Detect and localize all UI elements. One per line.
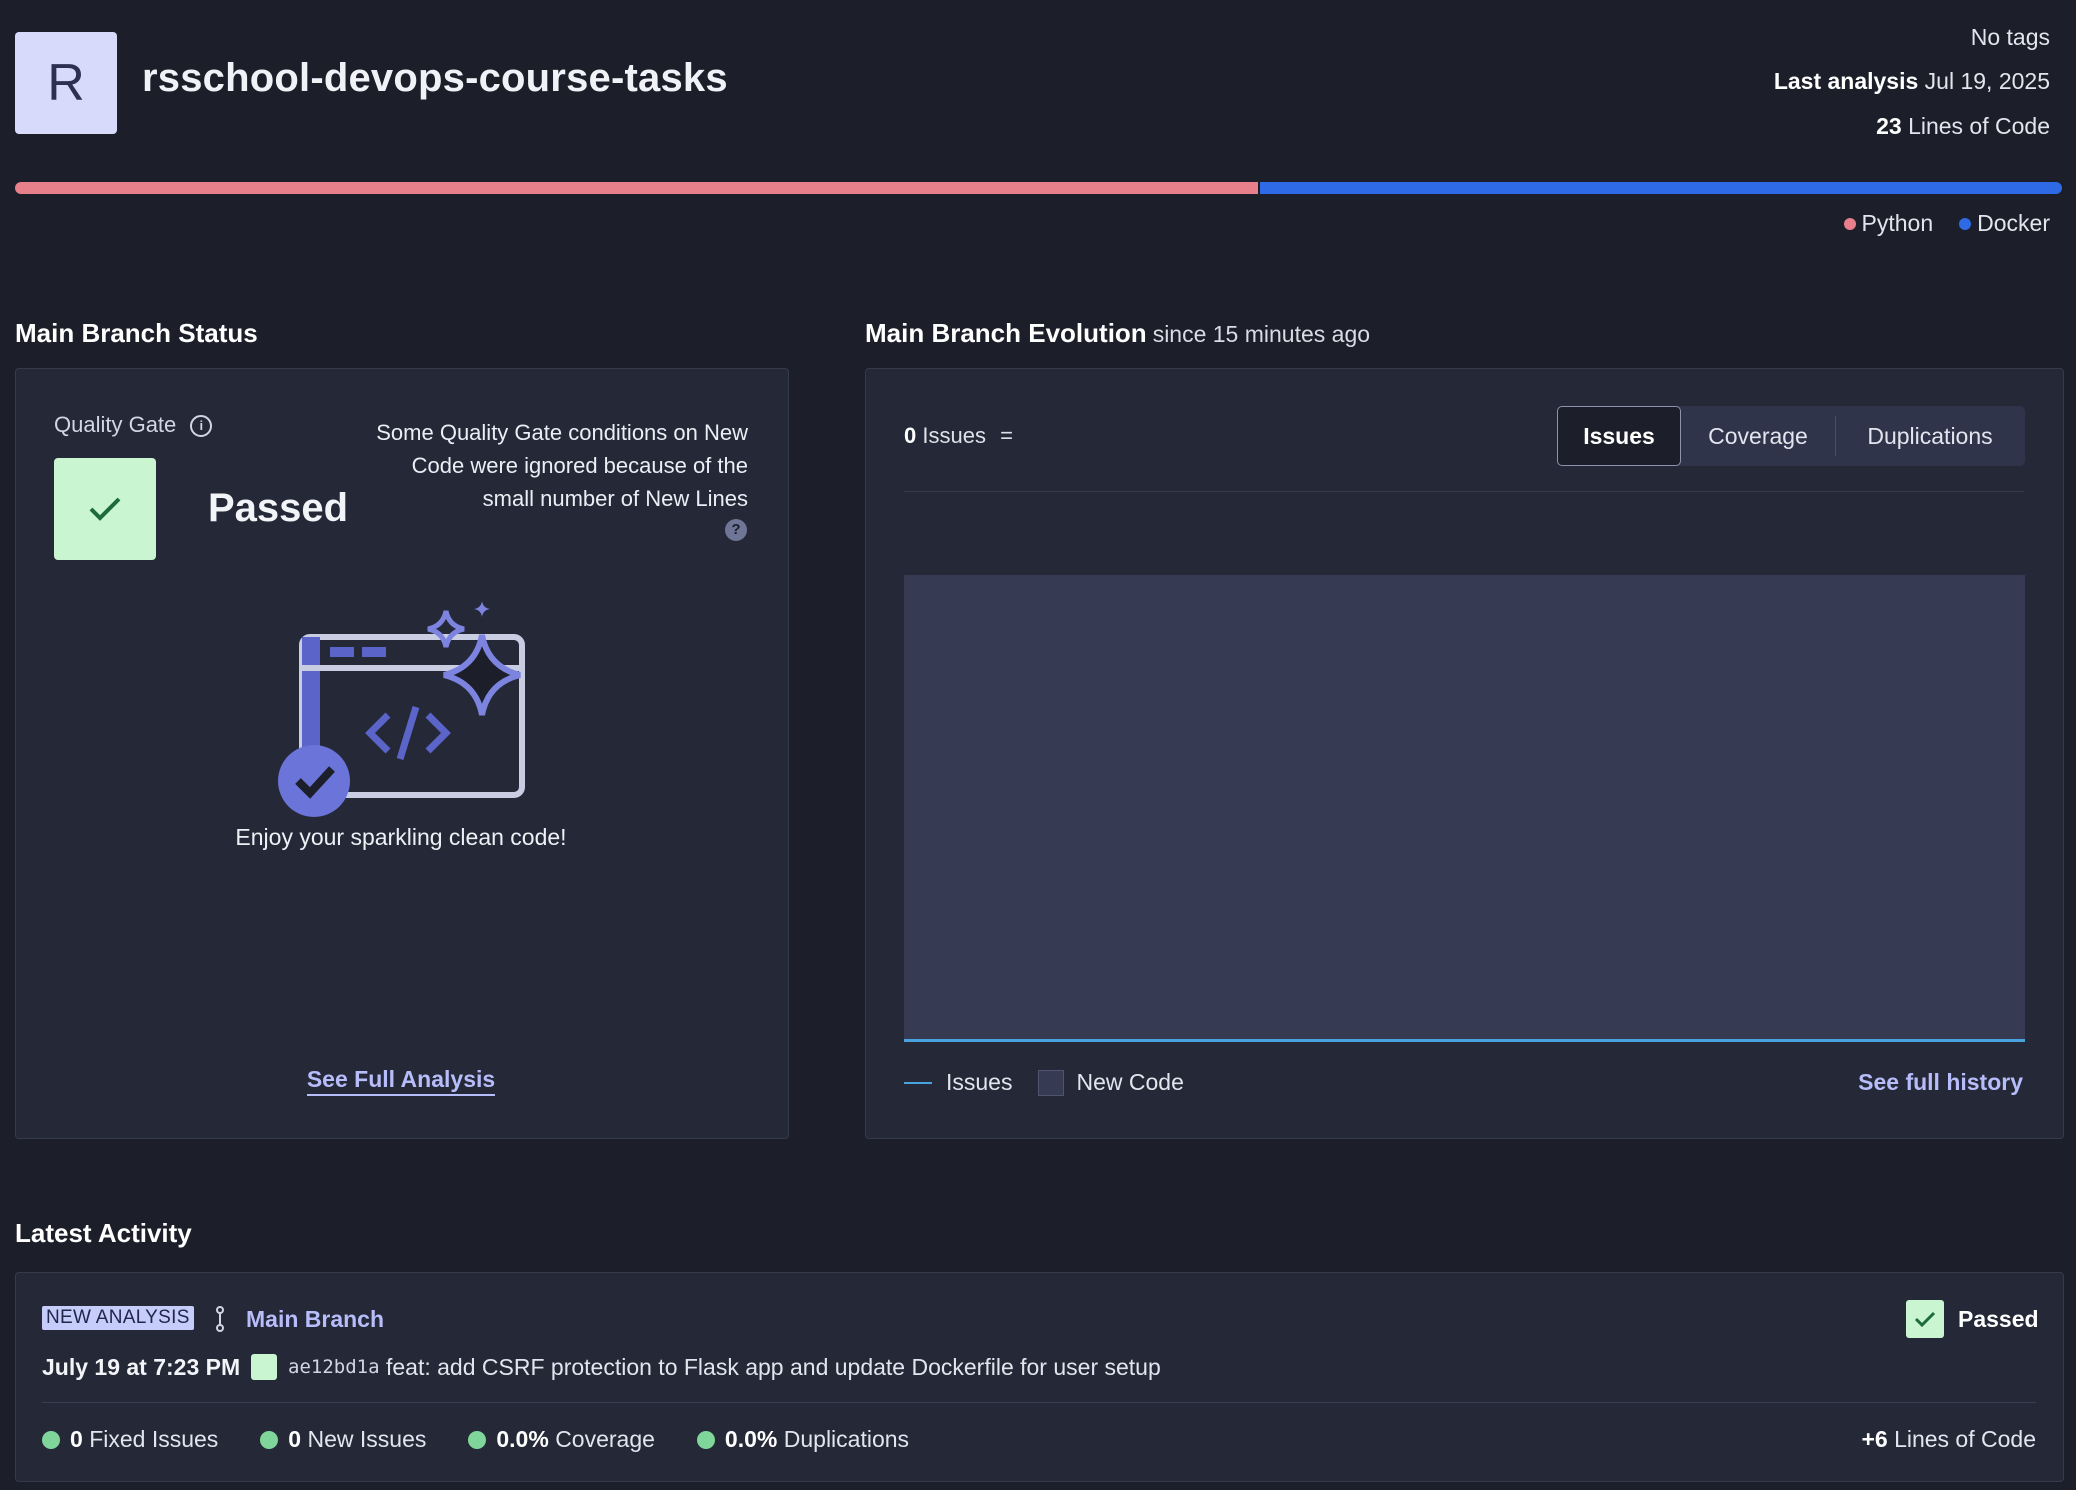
legend-docker: Docker bbox=[1959, 210, 2050, 237]
lines-added: +6 Lines of Code bbox=[1861, 1426, 2036, 1453]
lines-added-value: +6 bbox=[1861, 1426, 1888, 1452]
commit-message: feat: add CSRF protection to Flask app a… bbox=[386, 1354, 1161, 1380]
activity-passed-icon bbox=[1906, 1300, 1944, 1338]
quality-gate-note: Some Quality Gate conditions on New Code… bbox=[376, 420, 748, 511]
language-segment-python bbox=[15, 182, 1259, 194]
evolution-tabs: Issues Coverage Duplications bbox=[1557, 406, 2025, 466]
quality-gate-passed-icon bbox=[54, 458, 156, 560]
fixed-issues-value: 0 bbox=[70, 1426, 83, 1452]
see-full-history-link[interactable]: See full history bbox=[1858, 1069, 2023, 1096]
new-code-area bbox=[904, 575, 2025, 1041]
quality-gate-label: Quality Gate i bbox=[54, 412, 213, 438]
new-issues-value: 0 bbox=[288, 1426, 302, 1452]
chart-legend: Issues New Code bbox=[904, 1069, 1184, 1096]
language-legend: Python Docker bbox=[1843, 210, 2050, 237]
language-distribution-bar bbox=[15, 182, 2062, 194]
new-issues-label: New Issues bbox=[307, 1426, 427, 1452]
illustration-caption: Enjoy your sparkling clean code! bbox=[235, 824, 567, 850]
last-analysis: Last analysis Jul 19, 2025 bbox=[1774, 68, 2050, 95]
evolution-since: since 15 minutes ago bbox=[1152, 321, 1371, 347]
lines-added-label: Lines of Code bbox=[1894, 1426, 2036, 1452]
activity-section-title: Latest Activity bbox=[15, 1218, 192, 1248]
activity-divider bbox=[42, 1402, 2036, 1403]
legend-new-code-label: New Code bbox=[1076, 1069, 1184, 1095]
issues-equal-icon: = bbox=[1000, 423, 1013, 448]
last-analysis-date: Jul 19, 2025 bbox=[1924, 68, 2050, 94]
activity-status: Passed bbox=[1958, 1306, 2039, 1332]
python-dot-icon bbox=[1843, 218, 1856, 230]
quality-gate-status: Passed bbox=[208, 486, 349, 530]
see-full-analysis-link[interactable]: See Full Analysis bbox=[306, 1066, 496, 1096]
lines-of-code-label: Lines of Code bbox=[1908, 113, 2050, 139]
lines-of-code: 23 Lines of Code bbox=[1876, 113, 2050, 140]
commit-avatar-icon bbox=[251, 1354, 277, 1380]
commit-hash[interactable]: ae12bd1a bbox=[288, 1356, 380, 1378]
duplications-value: 0.0% bbox=[724, 1426, 778, 1452]
activity-date: July 19 at 7:23 PM bbox=[42, 1354, 241, 1380]
help-icon[interactable]: ? bbox=[725, 519, 747, 541]
project-avatar: R bbox=[15, 32, 117, 134]
evolution-title: Main Branch Evolution bbox=[865, 318, 1147, 348]
see-full-analysis-container: See Full Analysis bbox=[15, 1066, 787, 1096]
coverage-label: Coverage bbox=[555, 1426, 655, 1452]
activity-metrics: 0 Fixed Issues 0 New Issues 0.0% Coverag… bbox=[42, 1426, 909, 1453]
quality-gate-text: Quality Gate bbox=[54, 412, 177, 437]
evolution-section-title: Main Branch Evolution since 15 minutes ag… bbox=[865, 318, 1370, 349]
metric-new-issues: 0 New Issues bbox=[260, 1426, 426, 1453]
lines-of-code-value: 23 bbox=[1876, 113, 1902, 139]
docker-dot-icon bbox=[1959, 218, 1972, 230]
metric-duplications: 0.0% Duplications bbox=[696, 1426, 910, 1453]
new-analysis-badge: NEW ANALYSIS bbox=[42, 1306, 194, 1330]
issues-count-label: Issues bbox=[922, 423, 986, 448]
project-title: rsschool-devops-course-tasks bbox=[142, 56, 728, 100]
legend-python-label: Python bbox=[1861, 210, 1934, 236]
legend-python: Python bbox=[1843, 210, 1934, 237]
status-dot-icon bbox=[42, 1431, 60, 1449]
evolution-divider bbox=[904, 491, 2024, 492]
metric-coverage: 0.0% Coverage bbox=[468, 1426, 655, 1453]
branch-link[interactable]: Main Branch bbox=[246, 1306, 384, 1333]
legend-docker-label: Docker bbox=[1977, 210, 2050, 236]
issues-summary: 0 Issues = bbox=[904, 423, 1013, 449]
issues-series-line bbox=[904, 1039, 2025, 1042]
duplications-label: Duplications bbox=[783, 1426, 910, 1452]
issues-line-icon bbox=[904, 1081, 932, 1084]
tags-label[interactable]: No tags bbox=[1971, 24, 2050, 51]
last-analysis-label: Last analysis bbox=[1773, 68, 1919, 94]
tab-duplications[interactable]: Duplications bbox=[1836, 406, 2024, 466]
status-dot-icon bbox=[696, 1431, 715, 1449]
info-icon[interactable]: i bbox=[190, 415, 213, 437]
branch-icon bbox=[216, 1306, 224, 1332]
new-code-square-icon bbox=[1038, 1069, 1065, 1096]
tab-coverage[interactable]: Coverage bbox=[1681, 406, 1835, 466]
fixed-issues-label: Fixed Issues bbox=[89, 1426, 219, 1452]
checkmark-icon bbox=[89, 497, 121, 521]
issues-count-value: 0 bbox=[904, 423, 917, 448]
coverage-value: 0.0% bbox=[496, 1426, 549, 1452]
language-segment-docker bbox=[1260, 182, 2062, 194]
tab-issues[interactable]: Issues bbox=[1557, 406, 1681, 466]
legend-issues-label: Issues bbox=[946, 1069, 1013, 1095]
status-dot-icon bbox=[260, 1431, 279, 1449]
clean-code-illustration-icon bbox=[278, 601, 525, 817]
status-dot-icon bbox=[468, 1431, 487, 1449]
status-section-title: Main Branch Status bbox=[15, 318, 258, 348]
metric-fixed-issues: 0 Fixed Issues bbox=[42, 1426, 218, 1453]
checkmark-icon bbox=[1914, 1311, 1936, 1328]
